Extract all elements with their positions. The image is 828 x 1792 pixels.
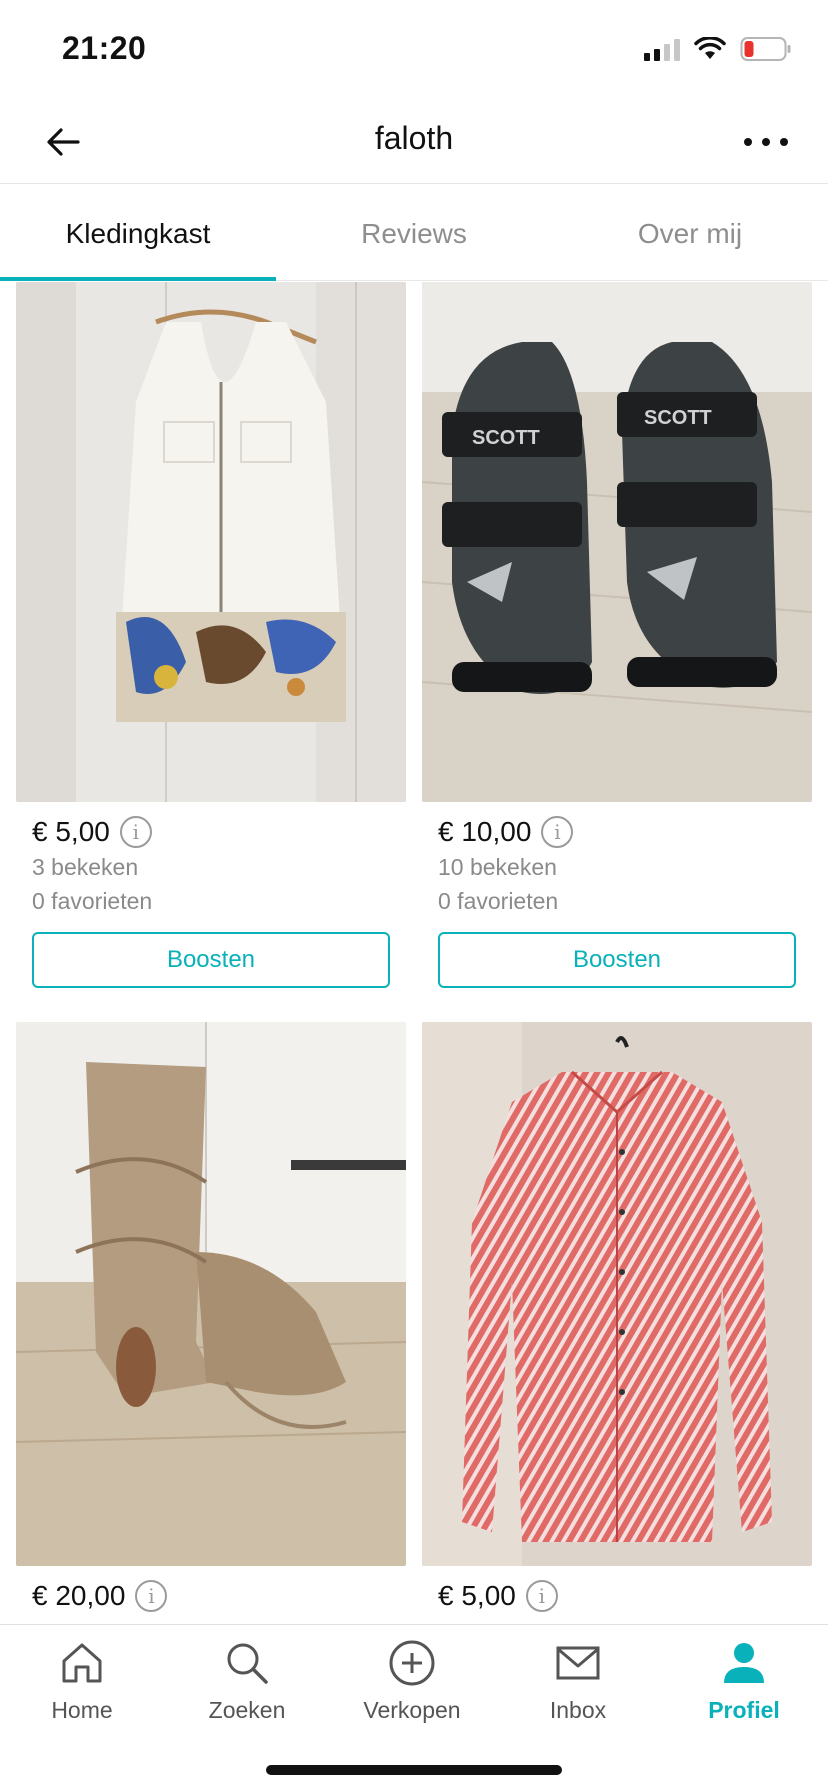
price-row: € 20,00 i xyxy=(16,1580,406,1612)
item-price: € 10,00 xyxy=(438,816,532,847)
wardrobe-grid: € 5,00 i 3 bekeken 0 favorieten Boosten … xyxy=(0,282,828,1624)
item-photo-boots[interactable] xyxy=(16,1022,406,1566)
item-views: 10 bekeken xyxy=(438,854,557,880)
price-row: € 5,00 i xyxy=(422,1580,812,1612)
item-card[interactable]: € 5,00 i xyxy=(422,1022,812,1612)
tab-kledingkast[interactable]: Kledingkast xyxy=(0,185,276,281)
item-photo-shirt[interactable] xyxy=(422,1022,812,1566)
brand-text: SCOTT xyxy=(472,427,540,449)
item-photo-dress[interactable] xyxy=(16,282,406,802)
item-price: € 5,00 xyxy=(32,816,110,847)
signal-icon xyxy=(644,37,680,61)
info-icon[interactable]: i xyxy=(525,1580,558,1612)
wifi-icon xyxy=(694,37,726,59)
tabbar-search[interactable]: Zoeken xyxy=(177,1639,317,1724)
tab-over-mij[interactable]: Over mij xyxy=(552,185,828,280)
search-icon xyxy=(227,1643,268,1684)
page-title: faloth xyxy=(374,120,454,156)
plus-circle-icon xyxy=(389,1640,435,1686)
item-card[interactable]: € 5,00 i 3 bekeken 0 favorieten Boosten xyxy=(16,282,406,988)
boost-button[interactable]: Boosten xyxy=(32,932,390,988)
bottom-tab-bar: Home Zoeken Verkopen Inbox Profiel xyxy=(0,1624,828,1792)
tabbar-label: Zoeken xyxy=(208,1697,286,1723)
tabbar-inbox[interactable]: Inbox xyxy=(508,1639,648,1724)
brand-text: SCOTT xyxy=(644,407,712,429)
boost-button[interactable]: Boosten xyxy=(438,932,796,988)
tab-reviews[interactable]: Reviews xyxy=(276,185,552,280)
nav-header: faloth xyxy=(0,100,828,184)
item-price: € 5,00 xyxy=(438,1580,516,1611)
boots-image xyxy=(16,1022,406,1566)
item-card[interactable]: SCOTT SCOTT € 10,00 i 10 bekeken 0 favor… xyxy=(422,282,812,988)
shirt-image xyxy=(422,1022,812,1566)
status-icons xyxy=(644,36,792,62)
battery-icon xyxy=(740,37,791,61)
tabbar-home[interactable]: Home xyxy=(12,1639,152,1724)
info-icon[interactable]: i xyxy=(541,816,574,848)
price-row: € 10,00 i xyxy=(422,816,812,848)
dress-image xyxy=(16,282,406,802)
item-photo-shoes[interactable]: SCOTT SCOTT xyxy=(422,282,812,802)
status-time: 21:20 xyxy=(62,30,147,66)
item-price: € 20,00 xyxy=(32,1580,126,1611)
tabbar-sell[interactable]: Verkopen xyxy=(342,1639,482,1724)
home-icon xyxy=(62,1643,102,1683)
tabbar-profile[interactable]: Profiel xyxy=(674,1639,814,1724)
envelope-icon xyxy=(556,1646,600,1680)
info-icon[interactable]: i xyxy=(135,1580,168,1612)
item-favorites: 0 favorieten xyxy=(32,888,153,914)
home-indicator xyxy=(266,1765,562,1775)
shoes-image: SCOTT SCOTT xyxy=(422,282,812,802)
info-icon[interactable]: i xyxy=(119,816,152,848)
status-bar: 21:20 xyxy=(0,0,828,100)
tabbar-label: Verkopen xyxy=(363,1697,461,1723)
price-row: € 5,00 i xyxy=(16,816,406,848)
more-options-icon[interactable] xyxy=(738,118,794,166)
item-favorites: 0 favorieten xyxy=(438,888,559,914)
person-icon xyxy=(724,1643,764,1683)
item-views: 3 bekeken xyxy=(32,854,139,880)
item-card[interactable]: € 20,00 i xyxy=(16,1022,406,1612)
profile-tabs: Kledingkast Reviews Over mij xyxy=(0,185,828,281)
tabbar-label: Inbox xyxy=(549,1697,607,1723)
tabbar-label: Home xyxy=(51,1697,113,1723)
tabbar-label: Profiel xyxy=(708,1697,780,1723)
